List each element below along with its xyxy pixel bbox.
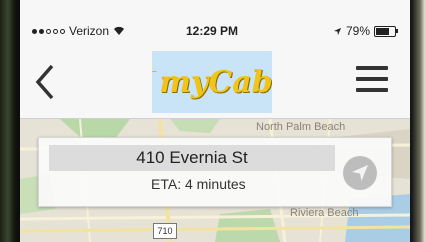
phone-frame: Verizon 12:29 PM 79% ~ myCab North Palm … (0, 0, 425, 242)
battery-percent: 79% (345, 24, 370, 38)
hamburger-menu-icon (356, 66, 388, 70)
map-label-north-palm-beach: North Palm Beach (256, 121, 346, 133)
location-arrow-icon (333, 27, 342, 35)
app-screen: Verizon 12:29 PM 79% ~ myCab North Palm … (20, 0, 410, 242)
status-bar: Verizon 12:29 PM 79% (20, 18, 410, 46)
destination-address[interactable]: 410 Evernia St (49, 145, 335, 171)
locate-button[interactable] (343, 156, 377, 190)
status-right: 79% (333, 24, 398, 38)
map-label-riviera-beach: Riviera Beach (290, 207, 359, 219)
destination-card[interactable]: 410 Evernia St ETA: 4 minutes (38, 137, 392, 207)
battery-level (376, 27, 389, 35)
logo-text: myCab (159, 64, 273, 100)
logo-swoosh-icon: ~ (151, 66, 158, 78)
menu-button[interactable] (356, 66, 390, 96)
back-button[interactable] (30, 60, 62, 104)
chevron-left-icon (35, 64, 54, 100)
status-time: 12:29 PM (186, 24, 239, 38)
eta-label: ETA: 4 minutes (151, 176, 246, 192)
app-logo: ~ myCab (151, 51, 273, 113)
route-shield: 710 (153, 223, 177, 239)
battery-icon (374, 25, 398, 37)
nav-bar: ~ myCab (20, 46, 410, 119)
navigation-arrow-icon (352, 165, 368, 181)
carrier-name: Verizon (69, 24, 110, 38)
wifi-icon (114, 26, 125, 35)
signal-strength-icon (32, 28, 65, 34)
status-left: Verizon (32, 24, 125, 38)
